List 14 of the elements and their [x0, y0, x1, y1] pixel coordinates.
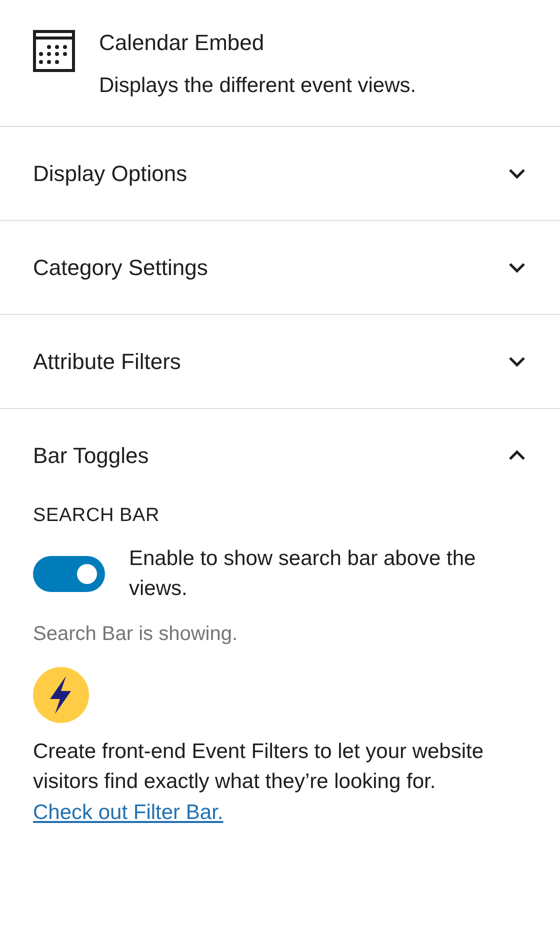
promo-text: Create front-end Event Filters to let your website visitors find exactly what they’re looking for. Check out Filter Bar. [33, 738, 485, 826]
toggle-switch[interactable] [33, 556, 105, 592]
block-title: Calendar Embed [99, 30, 266, 56]
section-label: SEARCH BAR [33, 504, 161, 528]
panel-header[interactable]: Display Options [0, 126, 560, 220]
help-text: Search Bar is showing. [33, 622, 239, 647]
filter-bar-link[interactable]: Check out Filter Bar. [33, 800, 224, 824]
panel-header[interactable]: Attribute Filters [0, 314, 560, 408]
lightning-icon [33, 666, 89, 723]
block-description: Displays the different event views. [99, 73, 416, 100]
panel-header[interactable]: Category Settings [0, 220, 560, 314]
panel-header[interactable]: Bar Toggles [0, 408, 560, 502]
calendar-icon [33, 30, 75, 72]
toggle-label: Enable to show search bar above the views. [129, 546, 477, 602]
